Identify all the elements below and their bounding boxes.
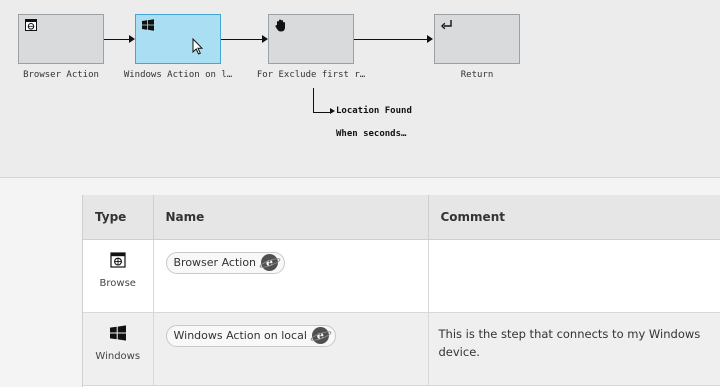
browser-icon xyxy=(24,18,38,32)
column-header-comment[interactable]: Comment xyxy=(428,195,720,240)
type-cell: Windows xyxy=(83,312,154,386)
connector-line xyxy=(354,39,428,40)
connector-line xyxy=(104,39,130,40)
step-name-text: Windows Action on local xyxy=(173,329,307,342)
column-header-type[interactable]: Type xyxy=(83,195,154,240)
internet-explorer-icon: e xyxy=(261,254,279,271)
steps-table: Type Name Comment Browse Browser Action … xyxy=(82,195,720,387)
branch-connector-line xyxy=(313,88,314,112)
windows-icon xyxy=(109,324,126,341)
flow-node-label: For Exclude first r… xyxy=(256,70,366,80)
name-cell: Browser Action e xyxy=(153,239,429,313)
comment-cell[interactable]: This is the step that connects to my Win… xyxy=(428,312,720,386)
return-arrow-icon xyxy=(440,18,454,32)
browser-icon xyxy=(110,251,126,268)
flow-node-label: Windows Action on l… xyxy=(123,70,233,80)
type-label: Windows xyxy=(95,350,141,362)
flow-node-return[interactable] xyxy=(434,14,520,64)
branch-condition: When seconds… xyxy=(336,129,407,139)
branch-arrowhead xyxy=(330,108,335,114)
flow-node-windows-action[interactable] xyxy=(135,14,221,64)
flow-node-label: Browser Action xyxy=(23,70,99,80)
mouse-cursor-icon xyxy=(192,37,204,59)
flow-node-browser-action[interactable] xyxy=(18,14,104,64)
internet-explorer-icon: e xyxy=(311,327,329,344)
column-header-name[interactable]: Name xyxy=(153,195,429,240)
step-name-pill[interactable]: Browser Action e xyxy=(165,251,286,274)
step-name-text: Browser Action xyxy=(173,256,257,269)
flow-node-for-exclude[interactable] xyxy=(268,14,354,64)
branch-connector-line xyxy=(313,112,331,113)
type-label: Browse xyxy=(99,277,136,289)
comment-cell[interactable] xyxy=(428,239,720,313)
table-header-row: Type Name Comment xyxy=(83,195,720,240)
flow-node-label: Return xyxy=(460,70,494,80)
connector-arrowhead xyxy=(427,35,433,43)
table-row[interactable]: Windows Windows Action on local e This i… xyxy=(83,312,720,386)
name-cell: Windows Action on local e xyxy=(153,312,429,386)
branch-label[interactable]: Location Found xyxy=(336,106,412,116)
type-cell: Browse xyxy=(83,239,154,313)
flow-canvas[interactable]: Browser Action Windows Action on l… For … xyxy=(0,0,720,178)
connector-line xyxy=(221,39,263,40)
windows-icon xyxy=(141,18,155,32)
step-name-pill[interactable]: Windows Action on local e xyxy=(165,324,336,347)
table-row[interactable]: Browse Browser Action e xyxy=(83,239,720,313)
hand-icon xyxy=(274,18,288,32)
